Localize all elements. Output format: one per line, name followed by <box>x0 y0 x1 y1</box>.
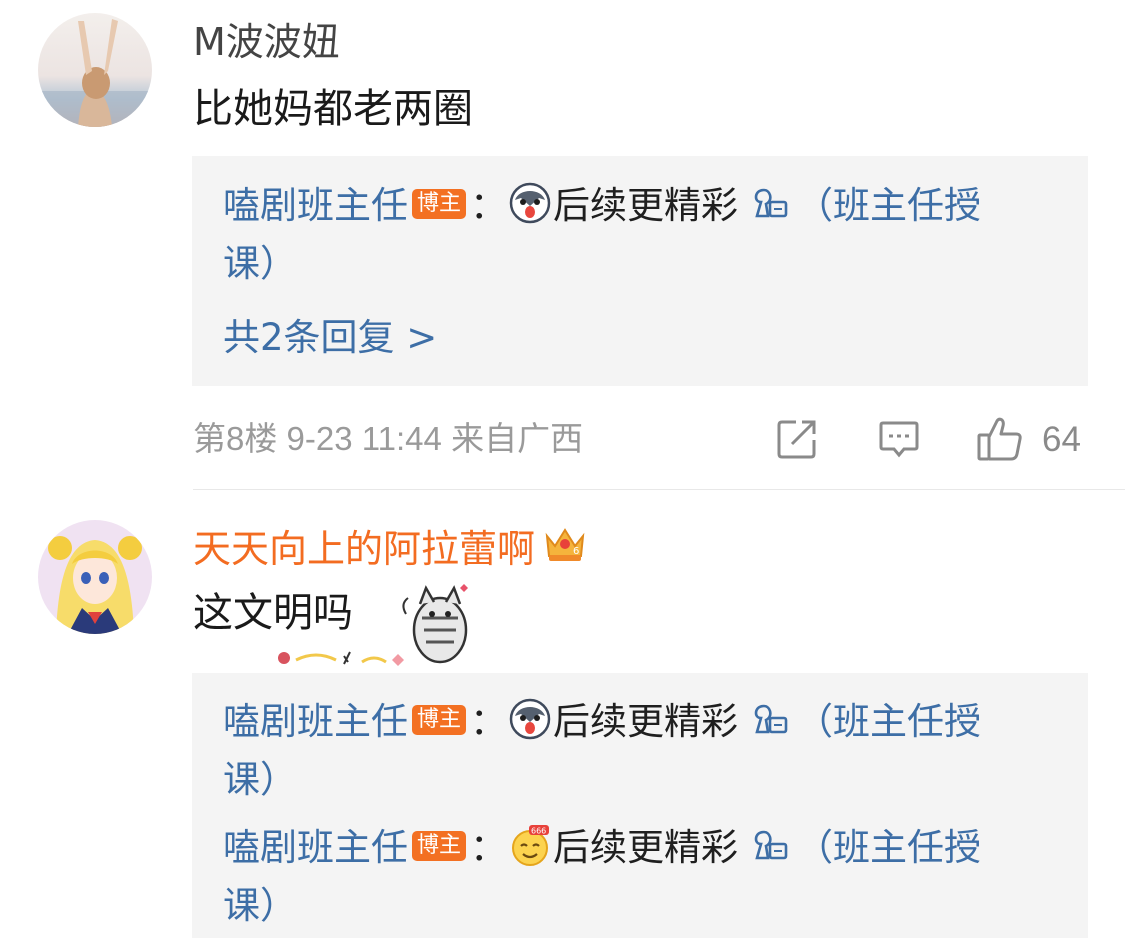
floor-number: 第8楼 <box>193 420 278 457</box>
reply-separator: ： <box>470 700 508 743</box>
replies-box[interactable]: 嗑剧班主任 博主：后续更精彩 （班主任授 课） 嗑剧班主任 博主： 666 后续更精彩 （班主… <box>192 673 1088 938</box>
reply-username[interactable]: 嗑剧班主任 <box>223 184 408 227</box>
reply-item[interactable]: 嗑剧班主任 博主： 后续更精彩 （班主任授课） <box>223 177 1043 293</box>
cat-sticker-icon <box>270 574 480 674</box>
username[interactable]: M波波妞 <box>193 18 340 66</box>
blogger-badge: 博主 <box>412 705 467 735</box>
reply-link-text-cont[interactable]: 课） <box>223 884 297 927</box>
reply-link-text-cont[interactable]: 课） <box>223 758 297 801</box>
reply-item[interactable]: 嗑剧班主任 博主： 666 后续更精彩 （班主任授课） <box>223 819 1043 935</box>
666-emoji-icon: 666 <box>509 824 551 866</box>
avatar[interactable] <box>38 520 152 634</box>
thumbs-up-icon[interactable] <box>976 416 1024 461</box>
comment-icon[interactable] <box>878 418 920 462</box>
link-icon[interactable] <box>748 698 792 738</box>
comment-meta: 第8楼 9-23 11:44 来自广西 <box>193 417 583 461</box>
comment-item: M波波妞 比她妈都老两圈 嗑剧班主任 博主： 后续更精彩 （班主任授课） 共2条回复 … <box>0 0 1125 490</box>
link-icon[interactable] <box>748 182 792 222</box>
username[interactable]: 天天向上的阿拉蕾啊 6 <box>193 524 587 573</box>
comment-item: 天天向上的阿拉蕾啊 6 这文明吗 嗑剧班主任 博主：后续更精彩 （班主任授 课） 嗑剧班… <box>0 490 1125 948</box>
reply-text: 后续更精彩 <box>553 826 739 869</box>
comment-location: 来自广西 <box>451 420 584 457</box>
avatar[interactable] <box>38 13 152 127</box>
reply-username[interactable]: 嗑剧班主任 <box>223 826 408 869</box>
reply-text: 后续更精彩 <box>553 700 739 743</box>
comment-date: 9-23 11:44 <box>286 420 442 457</box>
reply-text: 后续更精彩 <box>553 184 739 227</box>
username-text[interactable]: 天天向上的阿拉蕾啊 <box>193 527 535 571</box>
blogger-badge: 博主 <box>412 831 467 861</box>
link-icon[interactable] <box>748 824 792 864</box>
reply-username[interactable]: 嗑剧班主任 <box>223 700 408 743</box>
reply-link-text[interactable]: （班主任授 <box>796 700 981 743</box>
husky-emoji-icon <box>509 182 551 224</box>
svg-text:666: 666 <box>531 827 546 836</box>
crown-badge-icon: 6 <box>543 524 587 564</box>
replies-box[interactable]: 嗑剧班主任 博主： 后续更精彩 （班主任授课） 共2条回复 > <box>192 156 1088 386</box>
husky-emoji-icon <box>509 698 551 740</box>
reply-link-text-cont[interactable]: 课） <box>223 242 297 285</box>
blogger-badge: 博主 <box>412 189 467 219</box>
like-count: 64 <box>1042 420 1081 459</box>
reply-link-text[interactable]: （班主任授 <box>796 826 981 869</box>
reply-separator: ： <box>470 184 508 227</box>
svg-text:6: 6 <box>573 546 579 557</box>
more-replies-link[interactable]: 共2条回复 > <box>223 313 437 363</box>
comment-text: 比她妈都老两圈 <box>193 86 473 132</box>
share-icon[interactable] <box>776 418 818 462</box>
reply-link-text[interactable]: （班主任授 <box>796 184 981 227</box>
reply-separator: ： <box>470 826 508 869</box>
reply-item[interactable]: 嗑剧班主任 博主： 后续更精彩 （班主任授课） <box>223 693 1043 809</box>
